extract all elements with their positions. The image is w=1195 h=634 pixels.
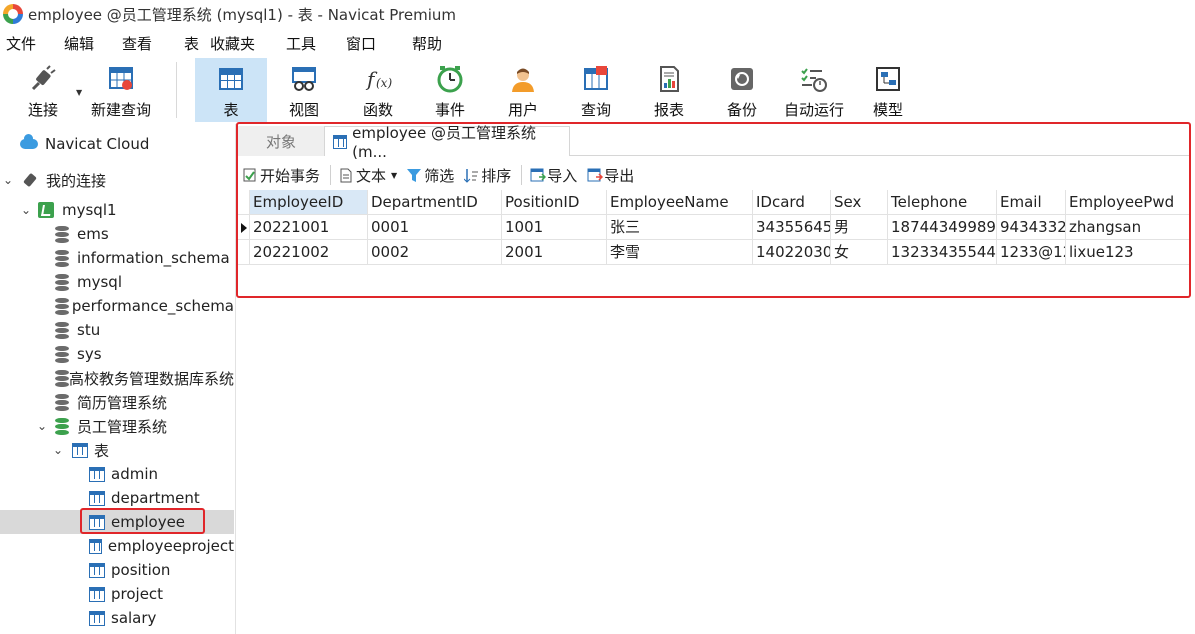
- queries-button[interactable]: 查询: [568, 58, 624, 122]
- menu-tools[interactable]: 工具: [280, 33, 340, 54]
- tree-db-item[interactable]: 高校教务管理数据库系统: [0, 366, 234, 390]
- tree-db-item[interactable]: ems: [0, 222, 234, 246]
- main-toolbar: 连接 ▼ 新建查询 表 视图 f (x) 函数 事件 用户 查询 报表 备份 自…: [0, 58, 1195, 122]
- schedule-icon: [800, 65, 828, 93]
- menu-file[interactable]: 文件: [0, 33, 58, 54]
- table-icon: [89, 562, 105, 578]
- toolbar-separator: [176, 62, 177, 118]
- menu-bar: 文件 编辑 查看 表 收藏夹 工具 窗口 帮助: [0, 30, 442, 56]
- tree-db-item[interactable]: 简历管理系统: [0, 390, 234, 414]
- database-icon: [55, 273, 69, 291]
- models-button[interactable]: 模型: [860, 58, 916, 122]
- tree-table-item[interactable]: project: [0, 582, 234, 606]
- highlight-box-tree: [80, 508, 205, 534]
- tree-table-item[interactable]: admin: [0, 462, 234, 486]
- tree-table-item[interactable]: department: [0, 486, 234, 510]
- menu-window[interactable]: 窗口: [340, 33, 406, 54]
- plug-icon: [29, 65, 57, 93]
- tree-db-open[interactable]: ⌄ 员工管理系统: [0, 414, 234, 438]
- database-icon: [55, 297, 69, 315]
- table-icon: [72, 442, 88, 458]
- chevron-down-icon[interactable]: ⌄: [52, 443, 64, 457]
- database-icon: [55, 249, 69, 267]
- connection-tree: Navicat Cloud ⌄ 我的连接 ⌄ mysql1 ems inform…: [0, 124, 234, 634]
- database-icon: [55, 345, 69, 363]
- views-button[interactable]: 视图: [276, 58, 332, 122]
- tree-db-item[interactable]: sys: [0, 342, 234, 366]
- functions-button[interactable]: f (x) 函数: [350, 58, 406, 122]
- new-query-icon: [107, 65, 135, 93]
- function-icon: f (x): [364, 65, 392, 93]
- mysql-connection-icon: [38, 202, 54, 218]
- table-icon: [89, 610, 105, 626]
- table-icon: [89, 490, 105, 506]
- tree-db-item[interactable]: stu: [0, 318, 234, 342]
- users-button[interactable]: 用户: [495, 58, 551, 122]
- chevron-down-icon[interactable]: ▼: [76, 88, 82, 97]
- tree-db-item[interactable]: mysql: [0, 270, 234, 294]
- table-icon: [217, 65, 245, 93]
- table-icon: [89, 586, 105, 602]
- svg-text:(x): (x): [376, 76, 392, 90]
- tree-db-item[interactable]: information_schema: [0, 246, 234, 270]
- clock-icon: [436, 65, 464, 93]
- tree-my-connections[interactable]: ⌄ 我的连接: [0, 168, 234, 192]
- chevron-down-icon[interactable]: ⌄: [2, 173, 14, 187]
- query-icon: [582, 65, 610, 93]
- tree-tables-folder[interactable]: ⌄ 表: [0, 438, 234, 462]
- database-icon: [55, 369, 69, 387]
- menu-view[interactable]: 查看: [116, 33, 178, 54]
- model-icon: [874, 65, 902, 93]
- reports-button[interactable]: 报表: [641, 58, 697, 122]
- database-icon: [55, 225, 69, 243]
- tree-table-item[interactable]: employeeproject: [0, 534, 234, 558]
- backup-icon: [728, 65, 756, 93]
- menu-edit[interactable]: 编辑: [58, 33, 116, 54]
- new-query-button[interactable]: 新建查询: [88, 58, 154, 122]
- tree-table-item[interactable]: position: [0, 558, 234, 582]
- cloud-icon: [20, 134, 38, 149]
- menu-favorites[interactable]: 收藏夹: [204, 33, 280, 54]
- table-icon: [89, 466, 105, 482]
- connect-button[interactable]: 连接: [18, 58, 68, 122]
- database-icon: [55, 417, 69, 435]
- window-title: employee @员工管理系统 (mysql1) - 表 - Navicat …: [28, 5, 457, 24]
- menu-table[interactable]: 表: [178, 33, 204, 54]
- view-icon: [290, 65, 318, 93]
- user-icon: [509, 65, 537, 93]
- backup-button[interactable]: 备份: [714, 58, 770, 122]
- table-icon: [89, 538, 102, 554]
- title-bar: employee @员工管理系统 (mysql1) - 表 - Navicat …: [0, 0, 1195, 28]
- automation-button[interactable]: 自动运行: [781, 58, 847, 122]
- tree-db-item[interactable]: performance_schema: [0, 294, 234, 318]
- chevron-down-icon[interactable]: ⌄: [36, 419, 48, 433]
- tree-table-item[interactable]: salary: [0, 606, 234, 630]
- plug-icon: [22, 172, 38, 188]
- tree-navicat-cloud[interactable]: Navicat Cloud: [0, 132, 234, 156]
- events-button[interactable]: 事件: [422, 58, 478, 122]
- menu-help[interactable]: 帮助: [406, 33, 442, 54]
- report-icon: [655, 65, 683, 93]
- tables-button[interactable]: 表: [195, 58, 267, 122]
- database-icon: [55, 393, 69, 411]
- chevron-down-icon[interactable]: ⌄: [20, 203, 32, 217]
- highlight-box-table: [236, 122, 1191, 298]
- database-icon: [55, 321, 69, 339]
- navicat-logo-icon: [3, 4, 23, 24]
- tree-connection-mysql1[interactable]: ⌄ mysql1: [0, 198, 234, 222]
